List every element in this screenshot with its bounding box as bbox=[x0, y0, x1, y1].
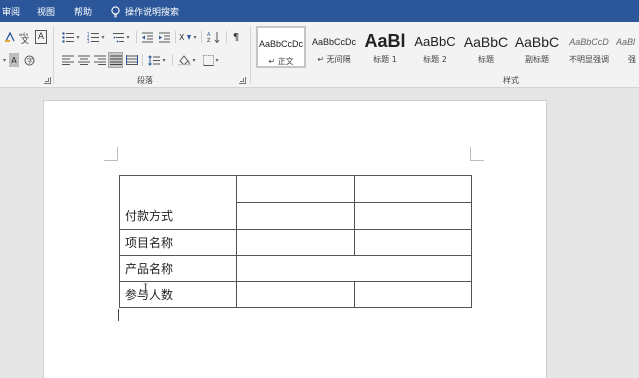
ribbon: wén 文 A ▾ A 字 ▾ 123 ▾ ▾ X ▾ AZ ¶ ▾ ▾ ▾ 段… bbox=[0, 22, 639, 88]
table-cell-label[interactable]: 参与人数 bbox=[119, 281, 237, 308]
style-title[interactable]: AaBbC 标题 bbox=[461, 26, 511, 68]
style-sample: AaBl bbox=[616, 37, 636, 47]
text-effects-icon[interactable] bbox=[3, 30, 16, 44]
line-spacing-icon[interactable]: ▾ bbox=[146, 53, 168, 67]
phonetic-guide-icon[interactable]: wén 文 bbox=[18, 30, 32, 44]
style-sample: AaBbC bbox=[514, 34, 560, 50]
svg-text:文: 文 bbox=[21, 35, 29, 44]
i-beam-cursor-icon: I bbox=[143, 282, 149, 297]
styles-group-label: 样式 bbox=[503, 76, 519, 85]
table-cell[interactable] bbox=[236, 281, 355, 308]
svg-text:字: 字 bbox=[27, 57, 33, 65]
style-name: 标题 bbox=[478, 55, 494, 64]
decrease-indent-icon[interactable] bbox=[140, 30, 155, 44]
menu-view[interactable]: 视图 bbox=[37, 5, 55, 18]
table-label: 付款方式 bbox=[125, 209, 174, 223]
bullets-icon[interactable]: ▾ bbox=[60, 30, 82, 44]
table-cell[interactable] bbox=[236, 202, 355, 230]
style-subtitle[interactable]: AaBbC 副标题 bbox=[512, 26, 562, 68]
style-heading-2[interactable]: AaBbC 标题 2 bbox=[410, 26, 460, 68]
paragraph-group-label: 段落 bbox=[137, 76, 153, 85]
multilevel-list-icon[interactable]: ▾ bbox=[110, 30, 132, 44]
style-name: 不明显强调 bbox=[569, 55, 609, 64]
style-subtle-emphasis[interactable]: AaBbCcD 不明显强调 bbox=[564, 26, 614, 68]
numbering-icon[interactable]: 123 ▾ bbox=[85, 30, 107, 44]
style-name: ↵ 无间隔 bbox=[317, 55, 351, 64]
table-cell[interactable] bbox=[354, 175, 472, 203]
style-heading-1[interactable]: AaBl 标题 1 bbox=[360, 26, 410, 68]
style-name: 副标题 bbox=[525, 55, 549, 64]
crop-mark-top-right bbox=[470, 147, 484, 161]
sort-icon[interactable]: AZ bbox=[205, 30, 221, 44]
document-canvas[interactable]: 付款方式 项目名称 产品名称 参与人数 I bbox=[0, 88, 639, 378]
style-name: 标题 2 bbox=[423, 55, 447, 64]
style-sample: AaBbC bbox=[414, 34, 456, 49]
svg-text:3: 3 bbox=[87, 39, 90, 43]
table-label: 产品名称 bbox=[125, 262, 174, 276]
menu-bar: 审阅 视图 帮助 操作说明搜索 bbox=[0, 0, 639, 22]
svg-text:X: X bbox=[179, 33, 185, 42]
style-sample: AaBl bbox=[364, 31, 406, 51]
table-label: 项目名称 bbox=[125, 236, 174, 250]
align-center-icon[interactable] bbox=[77, 53, 90, 67]
distributed-icon[interactable] bbox=[125, 53, 138, 67]
align-right-icon[interactable] bbox=[93, 53, 106, 67]
justify-icon[interactable] bbox=[108, 52, 123, 68]
style-sample: AaBbCcD bbox=[569, 37, 609, 47]
style-normal[interactable]: AaBbCcDc ↵ 正文 bbox=[256, 26, 306, 68]
table-cell[interactable] bbox=[354, 281, 472, 308]
table-cell[interactable] bbox=[236, 229, 355, 256]
table-cell-merged[interactable] bbox=[236, 255, 472, 282]
table-cell-label[interactable]: 付款方式 bbox=[119, 175, 237, 230]
style-sample: AaBbCcDc bbox=[311, 37, 356, 47]
borders-icon[interactable]: ▾ bbox=[200, 53, 222, 67]
crop-mark-top-left bbox=[104, 147, 118, 161]
document-table[interactable]: 付款方式 项目名称 产品名称 参与人数 bbox=[119, 175, 472, 308]
enclose-characters-icon[interactable]: 字 bbox=[23, 53, 35, 67]
menu-review[interactable]: 审阅 bbox=[2, 5, 20, 18]
chinese-layout-icon[interactable]: X ▾ bbox=[178, 30, 198, 44]
table-label: 参与人数 bbox=[125, 288, 174, 302]
align-left-icon[interactable] bbox=[61, 53, 74, 67]
show-marks-icon[interactable]: ¶ bbox=[230, 30, 242, 44]
style-strong-partial[interactable]: AaBl 强 bbox=[616, 26, 639, 68]
paragraph-dialog-launcher[interactable] bbox=[239, 77, 246, 84]
dropdown-arrow-icon[interactable]: ▾ bbox=[0, 53, 8, 67]
style-name: 强 bbox=[628, 55, 636, 64]
character-shading-icon[interactable]: A bbox=[9, 53, 19, 67]
svg-text:Z: Z bbox=[207, 38, 211, 43]
tell-me-label: 操作说明搜索 bbox=[125, 8, 180, 18]
table-cell[interactable] bbox=[236, 175, 355, 203]
style-sample: AaBbC bbox=[463, 34, 509, 50]
menu-help[interactable]: 帮助 bbox=[74, 5, 92, 18]
table-cell[interactable] bbox=[354, 229, 472, 256]
table-cell-label[interactable]: 项目名称 bbox=[119, 229, 237, 256]
style-no-spacing[interactable]: AaBbCcDc ↵ 无间隔 bbox=[309, 26, 359, 68]
lightbulb-icon bbox=[111, 5, 120, 17]
shading-icon[interactable]: ▾ bbox=[176, 53, 198, 67]
table-cell-label[interactable]: 产品名称 bbox=[119, 255, 237, 282]
font-dialog-launcher[interactable] bbox=[44, 77, 51, 84]
character-border-icon[interactable]: A bbox=[35, 30, 47, 44]
style-name: 标题 1 bbox=[373, 55, 397, 64]
table-cell[interactable] bbox=[354, 202, 472, 230]
text-caret bbox=[118, 309, 119, 321]
document-page[interactable]: 付款方式 项目名称 产品名称 参与人数 bbox=[43, 100, 547, 378]
increase-indent-icon[interactable] bbox=[157, 30, 172, 44]
tell-me-search[interactable]: 操作说明搜索 bbox=[110, 5, 179, 18]
style-sample: AaBbCcDc bbox=[258, 39, 303, 49]
style-name: ↵ 正文 bbox=[268, 57, 294, 66]
